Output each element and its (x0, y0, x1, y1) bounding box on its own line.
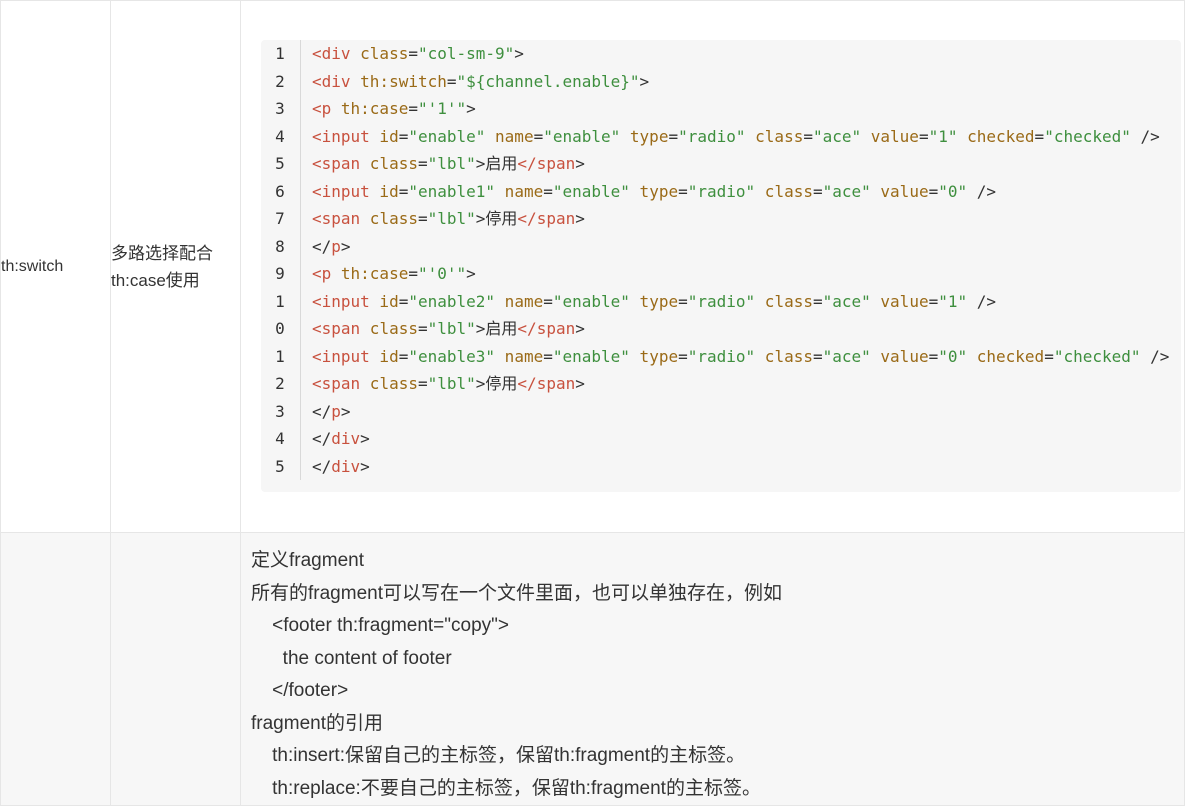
line-number: 6 (261, 177, 301, 205)
code-line: 1 <input id="enable2" name="enable" type=… (261, 287, 1181, 315)
code-text: <input id="enable1" name="enable" type="… (312, 181, 997, 201)
line-number: 8 (261, 232, 301, 260)
example-cell: 定义fragment 所有的fragment可以写在一个文件里面，也可以单独存在，… (240, 532, 1185, 806)
description-line: th:insert:保留自己的主标签，保留th:fragment的主标签。 (251, 745, 746, 766)
code-text: <input id="enable2" name="enable" type="… (312, 291, 997, 311)
code-line: 2 <span class="lbl">停用</span> (261, 370, 1181, 398)
code-text: <p th:case="'1'"> (312, 99, 476, 118)
code-text: <span class="lbl">停用</span> (312, 374, 585, 393)
code-line: 1 <div class="col-sm-9"> (261, 40, 1181, 68)
description-line: 多路选择配合 (111, 243, 213, 263)
code-text: <input id="enable" name="enable" type="r… (312, 126, 1160, 146)
code-text: </div> (312, 429, 370, 448)
line-number: 5 (261, 150, 301, 178)
line-number: 1 (261, 287, 301, 315)
code-text: <span class="lbl">启用</span> (312, 319, 585, 338)
line-number: 3 (261, 397, 301, 425)
description-line: th:replace:不要自己的主标签，保留th:fragment的主标签。 (251, 777, 761, 799)
description-cell (110, 532, 241, 806)
line-number: 2 (261, 370, 301, 398)
line-number: 9 (261, 260, 301, 288)
description-line: 定义fragment (251, 550, 364, 571)
attribute-name-cell: th:switch (0, 0, 111, 533)
example-cell: 1 <div class="col-sm-9"> 2 <div th:switch="… (240, 0, 1185, 533)
description-line: </footer> (251, 680, 349, 701)
code-line: 6 <input id="enable1" name="enable" type=… (261, 177, 1181, 205)
line-number: 5 (261, 452, 301, 480)
code-text: <p th:case="'0'"> (312, 264, 476, 283)
code-line: 5 </div> (261, 452, 1181, 480)
code-text: <span class="lbl">停用</span> (312, 209, 585, 228)
description-line: 所有的fragment可以写在一个文件里面，也可以单独存在，例如 (251, 582, 782, 604)
line-number: 2 (261, 67, 301, 95)
code-line: 5 <span class="lbl">启用</span> (261, 150, 1181, 178)
code-line: 3 </p> (261, 397, 1181, 425)
code-line: 0 <span class="lbl">启用</span> (261, 315, 1181, 343)
line-number: 0 (261, 315, 301, 343)
code-line: 3 <p th:case="'1'"> (261, 95, 1181, 123)
fragment-description: 定义fragment 所有的fragment可以写在一个文件里面，也可以单独存在，… (241, 533, 1184, 805)
line-number: 4 (261, 425, 301, 453)
code-text: </p> (312, 401, 351, 421)
code-text: </div> (312, 456, 370, 476)
code-text: <div class="col-sm-9"> (312, 44, 524, 63)
table-row: th:switch 多路选择配合 th:case使用 1 <div class="… (0, 0, 1185, 533)
table-row: 定义fragment 所有的fragment可以写在一个文件里面，也可以单独存在，… (0, 532, 1185, 806)
code-line: 9 <p th:case="'0'"> (261, 260, 1181, 288)
description-line: <footer th:fragment="copy"> (251, 615, 509, 636)
attribute-name: th:switch (1, 257, 64, 275)
line-number: 7 (261, 205, 301, 233)
code-line: 7 <span class="lbl">停用</span> (261, 205, 1181, 233)
code-text: <div th:switch="${channel.enable}"> (312, 71, 650, 91)
code-text: <span class="lbl">启用</span> (312, 154, 585, 173)
code-line: 1 <input id="enable3" name="enable" type=… (261, 342, 1181, 370)
code-line: 4 <input id="enable" name="enable" type="… (261, 122, 1181, 150)
description-line: th:case使用 (111, 270, 200, 290)
description-cell: 多路选择配合 th:case使用 (110, 0, 241, 533)
line-number: 1 (261, 342, 301, 370)
code-line: 8 </p> (261, 232, 1181, 260)
code-text: </p> (312, 236, 351, 256)
attribute-name-cell (0, 532, 111, 806)
line-number: 3 (261, 95, 301, 123)
description-line: the content of footer (251, 647, 452, 669)
line-number: 1 (261, 40, 301, 68)
code-line: 2 <div th:switch="${channel.enable}"> (261, 67, 1181, 95)
line-number: 4 (261, 122, 301, 150)
code-block[interactable]: 1 <div class="col-sm-9"> 2 <div th:switch="… (261, 40, 1181, 492)
code-text: <input id="enable3" name="enable" type="… (312, 346, 1170, 366)
reference-table: th:switch 多路选择配合 th:case使用 1 <div class="… (0, 0, 1185, 806)
code-line: 4 </div> (261, 425, 1181, 453)
description-line: fragment的引用 (251, 712, 383, 734)
